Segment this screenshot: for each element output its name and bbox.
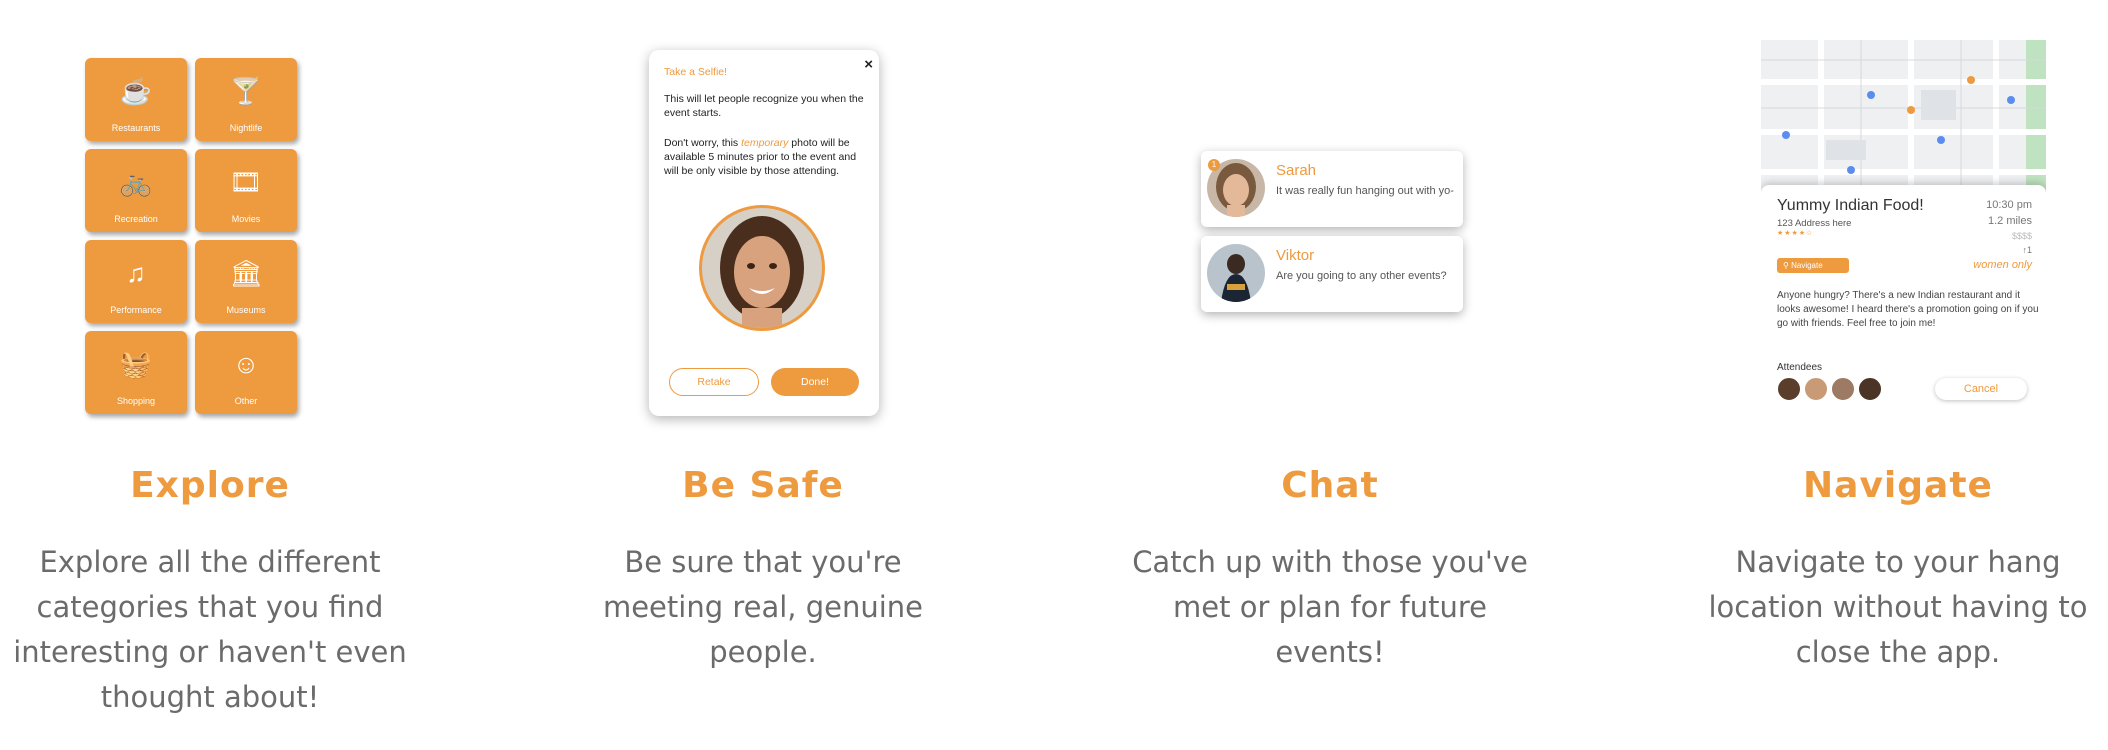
retake-button[interactable]: Retake	[669, 368, 759, 396]
navigate-title: Navigate	[1803, 465, 1993, 506]
basket-icon: 🧺	[119, 349, 153, 379]
chat-item-sarah[interactable]: 1 Sarah It was really fun hanging out wi…	[1201, 151, 1463, 227]
chat-message: It was really fun hanging out with yo-	[1276, 185, 1454, 197]
event-card: Yummy Indian Food! 123 Address here ★★★★…	[1761, 185, 2046, 432]
event-tag: women only	[1973, 259, 2032, 271]
category-label: Recreation	[114, 214, 158, 224]
smiley-icon: ☺	[232, 349, 260, 379]
category-tile-museums[interactable]: 🏛 Museums	[195, 240, 297, 323]
museum-icon: 🏛	[229, 258, 263, 288]
dialog-title: Take a Selfie!	[664, 66, 728, 78]
coffee-cup-icon: ☕	[119, 76, 153, 106]
attendee-avatars	[1777, 377, 1885, 406]
avatar	[1207, 244, 1265, 302]
chat-name: Sarah	[1276, 162, 1317, 179]
category-tile-nightlife[interactable]: 🍸 Nightlife	[195, 58, 297, 141]
category-label: Nightlife	[229, 123, 263, 133]
selfie-photo	[699, 205, 825, 331]
chat-item-viktor[interactable]: Viktor Are you going to any other events…	[1201, 236, 1463, 312]
dialog-text: This will let people recognize you when …	[664, 93, 864, 119]
event-name: Yummy Indian Food!	[1777, 197, 1924, 214]
explore-description: Explore all the different categories tha…	[13, 545, 407, 714]
attendees-label: Attendees	[1777, 362, 1823, 373]
close-icon[interactable]: ×	[864, 56, 873, 73]
navigate-description: Navigate to your hang location without h…	[1708, 545, 2088, 669]
category-tile-other[interactable]: ☺ Other	[195, 331, 297, 414]
category-tile-shopping[interactable]: 🧺 Shopping	[85, 331, 187, 414]
music-library-icon: ♫	[126, 258, 146, 288]
unread-badge: 1	[1208, 159, 1220, 171]
event-count: ↑1	[2022, 245, 2032, 255]
dialog-note: Don't worry, this temporary photo will b…	[664, 137, 857, 177]
selfie-dialog: × Take a Selfie! This will let people re…	[649, 50, 879, 416]
event-price: $$$$	[2011, 231, 2032, 241]
category-grid: ☕ Restaurants 🍸 Nightlife 🚲 Recreation 🎞 Movies…	[85, 58, 297, 414]
done-button[interactable]: Done!	[771, 368, 859, 396]
category-label: Restaurants	[111, 123, 161, 133]
event-time: 10:30 pm	[1986, 199, 2032, 211]
map-view[interactable]	[1761, 40, 2046, 200]
cocktail-glass-icon: 🍸	[229, 76, 263, 106]
navigate-screen: Yummy Indian Food! 123 Address here ★★★★…	[1761, 40, 2046, 432]
navigate-button-label: Navigate	[1791, 261, 1823, 270]
be-safe-title: Be Safe	[682, 465, 844, 506]
avatar[interactable]	[1831, 377, 1855, 401]
rating-stars: ★★★★☆	[1777, 230, 1814, 237]
bicycle-icon: 🚲	[119, 167, 153, 197]
navigate-button[interactable]: ⚲ Navigate	[1777, 258, 1849, 273]
be-safe-description: Be sure that you're meeting real, genuin…	[602, 545, 924, 669]
event-distance: 1.2 miles	[1987, 215, 2032, 227]
category-label: Other	[234, 396, 258, 406]
event-description: Anyone hungry? There's a new Indian rest…	[1777, 290, 2039, 329]
chat-name: Viktor	[1276, 247, 1315, 264]
category-label: Shopping	[116, 396, 156, 406]
category-label: Museums	[226, 305, 266, 315]
avatar[interactable]	[1777, 377, 1801, 401]
explore-title: Explore	[130, 465, 290, 506]
film-icon: 🎞	[229, 167, 263, 197]
category-tile-restaurants[interactable]: ☕ Restaurants	[85, 58, 187, 141]
event-address: 123 Address here	[1777, 218, 1852, 229]
category-label: Movies	[231, 214, 261, 224]
chat-title: Chat	[1281, 465, 1379, 506]
cancel-button[interactable]: Cancel	[1935, 378, 2027, 400]
category-tile-performance[interactable]: ♫ Performance	[85, 240, 187, 323]
chat-description: Catch up with those you've met or plan f…	[1132, 545, 1528, 669]
chat-message: Are you going to any other events?	[1276, 270, 1447, 282]
category-tile-recreation[interactable]: 🚲 Recreation	[85, 149, 187, 232]
category-label: Performance	[110, 305, 162, 315]
explore-feature: ☕ Restaurants 🍸 Nightlife 🚲 Recreation 🎞 Movies…	[0, 0, 420, 750]
location-pin-icon: ⚲	[1783, 261, 1792, 270]
avatar[interactable]	[1858, 377, 1882, 401]
chat-feature: Chat Catch up with those you've met or p…	[1120, 0, 1540, 750]
category-tile-movies[interactable]: 🎞 Movies	[195, 149, 297, 232]
avatar[interactable]	[1804, 377, 1828, 401]
